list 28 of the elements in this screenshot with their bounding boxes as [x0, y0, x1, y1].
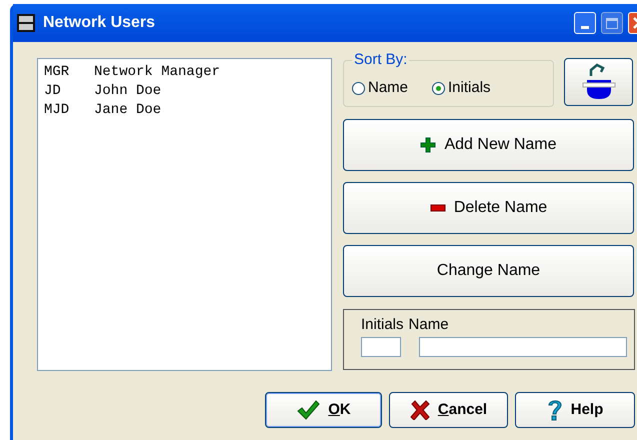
initials-field[interactable]: [361, 337, 401, 357]
user-row[interactable]: JD John Doe: [44, 82, 325, 101]
window-title: Network Users: [43, 13, 156, 33]
lock-button[interactable]: [564, 58, 633, 106]
sort-radio[interactable]: Initials: [432, 77, 491, 100]
field-label: Name: [408, 316, 449, 333]
dialog-button[interactable]: Help: [515, 392, 635, 428]
x-icon: [410, 400, 430, 420]
minimize-button[interactable]: [574, 12, 596, 34]
action-button[interactable]: Change Name: [343, 245, 634, 297]
action-button[interactable]: Add New Name: [343, 119, 634, 171]
maximize-button[interactable]: [601, 12, 623, 34]
padlock-icon: [580, 62, 616, 102]
name-field[interactable]: [419, 337, 627, 357]
dialog-button[interactable]: OK: [265, 392, 382, 428]
plus-icon: [420, 137, 436, 153]
user-list[interactable]: MGR Network Manager JD John Doe MJD Jane Doe: [37, 58, 332, 371]
sort-by-label: Sort By:: [352, 51, 410, 69]
question-mark-icon: [546, 398, 563, 422]
user-row[interactable]: MJD Jane Doe: [44, 101, 325, 120]
minus-icon: [430, 204, 446, 212]
checkmark-icon: [296, 400, 320, 420]
sort-radio[interactable]: Name: [352, 77, 408, 100]
field-label: Initials: [361, 316, 404, 333]
user-row[interactable]: MGR Network Manager: [44, 63, 325, 82]
app-icon: [17, 14, 35, 32]
action-button[interactable]: Delete Name: [343, 182, 634, 234]
dialog-button[interactable]: Cancel: [389, 392, 508, 428]
